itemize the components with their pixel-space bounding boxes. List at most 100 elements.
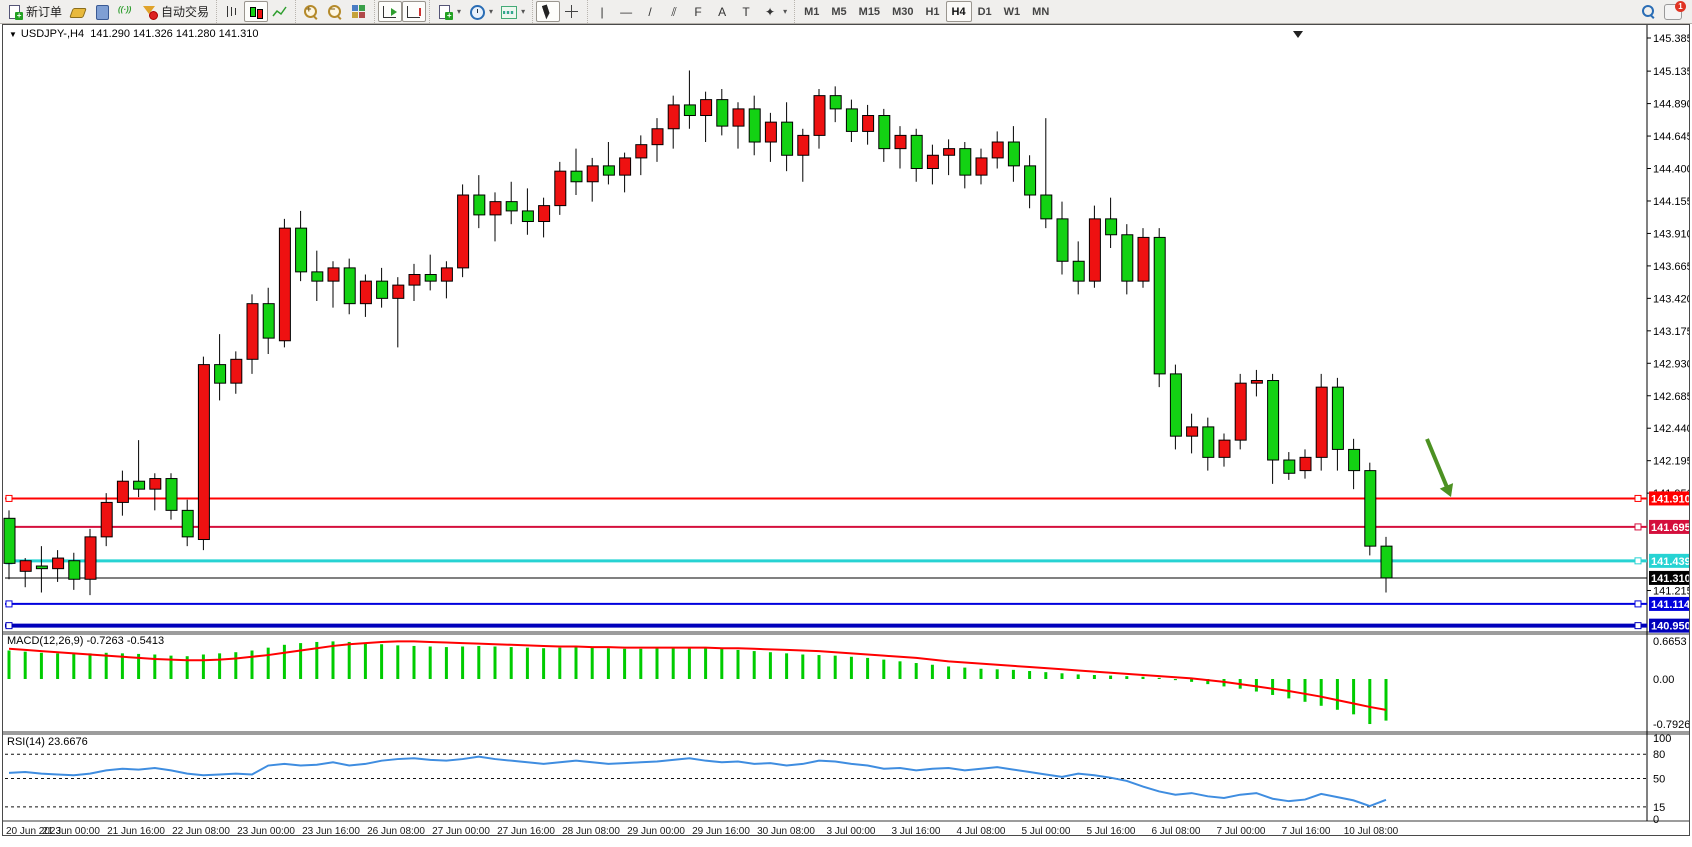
candle: [863, 116, 874, 132]
candle: [782, 122, 793, 155]
chart-shift-marker[interactable]: [1293, 31, 1303, 38]
candle: [1365, 471, 1376, 547]
bars-icon: [224, 4, 240, 20]
periods-button[interactable]: ▾: [465, 1, 497, 22]
tf-h4[interactable]: H4: [946, 1, 972, 22]
tf-h1[interactable]: H1: [919, 1, 945, 22]
candle: [830, 96, 841, 109]
auto-scroll-button[interactable]: [378, 1, 402, 22]
templates-button[interactable]: ▾: [497, 1, 529, 22]
candle: [150, 479, 161, 490]
bar-chart-button[interactable]: [220, 1, 244, 22]
candlestick-button[interactable]: [244, 1, 268, 22]
tf-m1[interactable]: M1: [798, 1, 825, 22]
auto-trading-button-label: 自动交易: [161, 3, 209, 20]
notifications-icon[interactable]: 1: [1664, 4, 1682, 20]
candle: [1073, 261, 1084, 281]
candle: [668, 105, 679, 129]
level-anchor[interactable]: [1635, 558, 1641, 564]
macd-axis-label: -0.7926: [1653, 719, 1689, 731]
candle: [198, 365, 209, 540]
macd-axis-label: 0.00: [1653, 674, 1674, 686]
rsi-axis-label: 50: [1653, 774, 1665, 786]
candle: [911, 135, 922, 168]
tf-mn[interactable]: MN: [1026, 1, 1055, 22]
candle: [1057, 219, 1068, 261]
label-button[interactable]: T: [735, 1, 759, 22]
candle: [960, 149, 971, 176]
time-axis-label: 28 Jun 08:00: [562, 826, 620, 835]
rsi-indicator-label: RSI(14) 23.6676: [7, 736, 88, 748]
candle: [765, 122, 776, 142]
horizontal-line-button[interactable]: —: [615, 1, 639, 22]
cursor-button[interactable]: [536, 1, 560, 22]
candle: [377, 281, 388, 298]
tf-m15[interactable]: M15: [853, 1, 886, 22]
text-button[interactable]: A: [711, 1, 735, 22]
zoom-out-button[interactable]: −: [323, 1, 347, 22]
trendline-button[interactable]: /: [639, 1, 663, 22]
candle: [393, 285, 404, 298]
crosshair-button[interactable]: [560, 1, 584, 22]
price-tick-label: 143.910: [1653, 228, 1689, 240]
level-anchor[interactable]: [6, 623, 12, 629]
time-axis-label: 27 Jun 16:00: [497, 826, 555, 835]
signals-button[interactable]: ((·)): [114, 1, 138, 22]
time-axis-label: 27 Jun 00:00: [432, 826, 490, 835]
candle: [506, 202, 517, 211]
candle: [1251, 381, 1262, 384]
level-anchor[interactable]: [1635, 623, 1641, 629]
level-anchor[interactable]: [6, 601, 12, 607]
search-icon[interactable]: [1642, 5, 1656, 19]
✦-icon: ✦: [763, 4, 779, 20]
collapse-icon[interactable]: ▼: [9, 30, 17, 39]
price-tick-label: 142.930: [1653, 358, 1689, 370]
line-chart-button[interactable]: [268, 1, 292, 22]
zoom-in-button[interactable]: +: [299, 1, 323, 22]
candle: [652, 129, 663, 145]
candle: [360, 281, 371, 304]
level-anchor[interactable]: [6, 495, 12, 501]
candle: [603, 166, 614, 175]
arrow-annotation[interactable]: [1427, 439, 1448, 490]
macd-signal-line: [9, 641, 1386, 709]
candle: [1349, 449, 1360, 470]
macd-indicator-label: MACD(12,26,9) -0.7263 -0.5413: [7, 635, 164, 647]
tf-w1[interactable]: W1: [998, 1, 1027, 22]
time-axis-label: 5 Jul 16:00: [1087, 826, 1136, 835]
toolbar-group-chart-types: [216, 0, 295, 23]
new-order-button[interactable]: +新订单: [3, 1, 66, 22]
tf-d1[interactable]: D1: [972, 1, 998, 22]
price-tick-label: 142.195: [1653, 456, 1689, 468]
level-anchor[interactable]: [1635, 601, 1641, 607]
candle: [1089, 219, 1100, 281]
/-icon: /: [643, 4, 659, 20]
navigator-button[interactable]: [90, 1, 114, 22]
tf-m5[interactable]: M5: [825, 1, 852, 22]
time-axis-label: 6 Jul 08:00: [1152, 826, 1201, 835]
candle: [101, 502, 112, 536]
price-tick-label: 144.645: [1653, 131, 1689, 143]
chevron-down-icon: ▾: [521, 7, 525, 16]
auto-trading-button[interactable]: 自动交易: [138, 1, 213, 22]
indicators-button[interactable]: +▾: [433, 1, 465, 22]
rsi-axis-label: 100: [1653, 733, 1671, 745]
channel-button[interactable]: ⫽: [663, 1, 687, 22]
tf-m30[interactable]: M30: [886, 1, 919, 22]
toolbar-right: 1: [1642, 4, 1692, 20]
vertical-line-button[interactable]: |: [591, 1, 615, 22]
level-anchor[interactable]: [1635, 495, 1641, 501]
market-watch-button[interactable]: [66, 1, 90, 22]
candle: [1203, 427, 1214, 457]
tf-m15-label: M15: [859, 6, 880, 18]
candle: [182, 510, 193, 537]
chart-shift-button[interactable]: [402, 1, 426, 22]
candle: [53, 558, 64, 569]
arrows-button[interactable]: ✦▾: [759, 1, 791, 22]
⫽-icon: ⫽: [667, 4, 683, 20]
tile-windows-button[interactable]: [347, 1, 371, 22]
F-icon: F: [691, 4, 707, 20]
fibonacci-button[interactable]: F: [687, 1, 711, 22]
level-anchor[interactable]: [1635, 524, 1641, 530]
price-tick-label: 143.175: [1653, 326, 1689, 338]
